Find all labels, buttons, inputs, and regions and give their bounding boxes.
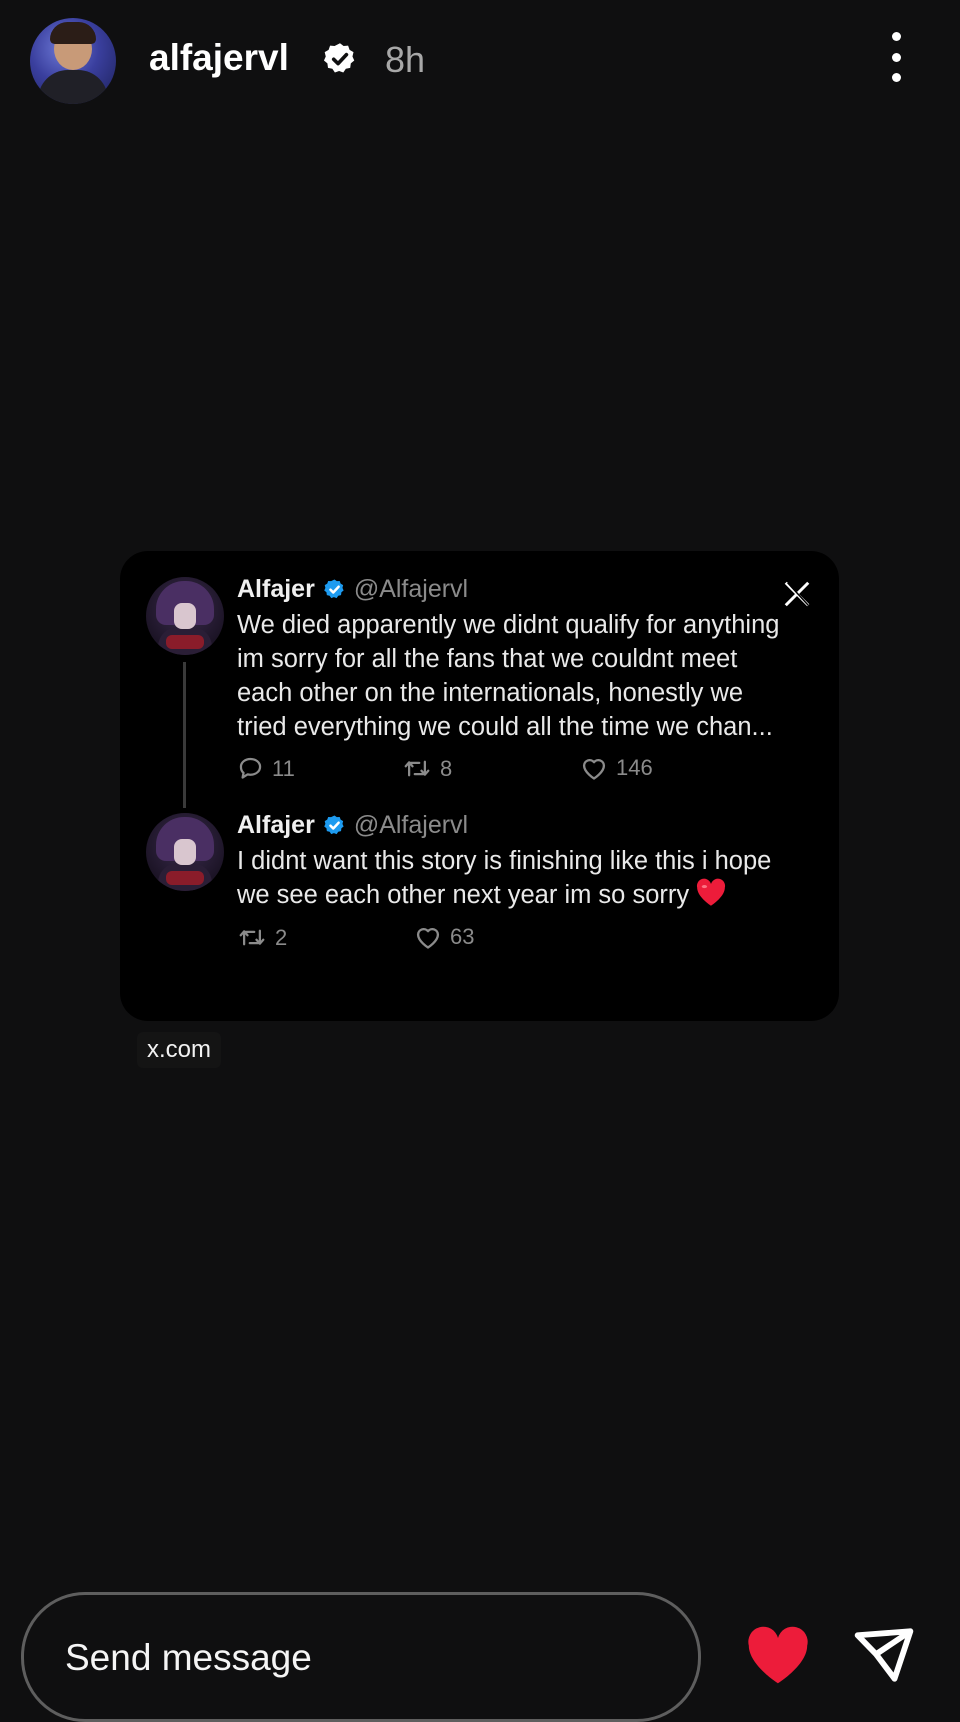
tweet-author-handle[interactable]: @Alfajervl — [354, 811, 468, 840]
tweet-avatar[interactable] — [146, 577, 224, 655]
verified-badge-icon — [323, 43, 355, 73]
username[interactable]: alfajervl — [149, 36, 289, 80]
repost-count-value: 8 — [440, 755, 453, 781]
more-vertical-icon-dot — [891, 32, 901, 41]
like-count-value: 146 — [616, 755, 653, 780]
tweet-text-line: each other on the internationals, honest… — [237, 679, 744, 707]
tweet-text-line: im sorry for all the fans that we couldn… — [237, 645, 738, 673]
post-time: 8h — [385, 39, 426, 80]
like-icon — [582, 759, 606, 780]
tweet-text-line: we see each other next year im so sorry — [237, 878, 727, 912]
send-message-placeholder: Send message — [65, 1637, 312, 1678]
tweet-text-content: we see each other next year im so sorry — [237, 881, 690, 909]
story-header: alfajervl 8h — [0, 0, 960, 120]
link-sticker[interactable]: x.com — [137, 1032, 222, 1068]
verified-badge-icon — [324, 815, 344, 835]
like-count[interactable]: 146 — [580, 755, 653, 781]
avatar-hair — [50, 22, 96, 44]
avatar[interactable] — [30, 18, 116, 104]
more-vertical-icon-dot — [891, 52, 901, 62]
reply-count[interactable]: 11 — [237, 755, 295, 782]
verified-badge-icon — [324, 579, 344, 599]
tweet-text-line: We died apparently we didnt qualify for … — [237, 611, 780, 639]
like-count-value: 63 — [450, 924, 475, 949]
x-logo-icon — [784, 581, 810, 607]
tweet-text-line: I didnt want this story is finishing lik… — [237, 847, 772, 875]
like-icon — [416, 928, 440, 949]
tweet-author-name[interactable]: Alfajer — [237, 575, 315, 604]
red-heart-emoji-icon — [697, 878, 726, 906]
repost-count[interactable]: 2 — [237, 924, 287, 951]
tweet-author-name[interactable]: Alfajer — [237, 811, 315, 840]
send-icon[interactable] — [852, 1626, 916, 1684]
tweet-author: Alfajer @Alfajervl — [237, 575, 468, 604]
like-count[interactable]: 63 — [414, 924, 474, 950]
repost-count-value: 2 — [275, 924, 288, 950]
thread-line — [183, 662, 186, 808]
tweet-author-handle[interactable]: @Alfajervl — [354, 575, 468, 604]
tweet-text-line: tried everything we could all the time w… — [237, 713, 773, 741]
tweet-card[interactable]: Alfajer @Alfajervl We died apparently we… — [120, 551, 839, 1021]
avatar-face — [174, 839, 196, 865]
avatar-accent — [166, 635, 204, 649]
avatar-face — [174, 603, 196, 629]
more-options-button[interactable] — [878, 32, 914, 82]
repost-icon — [239, 929, 265, 946]
repost-icon — [404, 760, 430, 777]
reply-icon — [239, 757, 262, 779]
tweet-author: Alfajer @Alfajervl — [237, 811, 468, 840]
avatar-accent — [166, 871, 204, 885]
send-message-input[interactable]: Send message — [21, 1592, 701, 1722]
repost-count[interactable]: 8 — [402, 755, 452, 782]
tweet-avatar[interactable] — [146, 813, 224, 891]
heart-icon[interactable] — [744, 1626, 812, 1686]
more-vertical-icon-dot — [891, 73, 901, 82]
avatar-shirt — [38, 70, 108, 104]
reply-count-value: 11 — [272, 755, 295, 781]
